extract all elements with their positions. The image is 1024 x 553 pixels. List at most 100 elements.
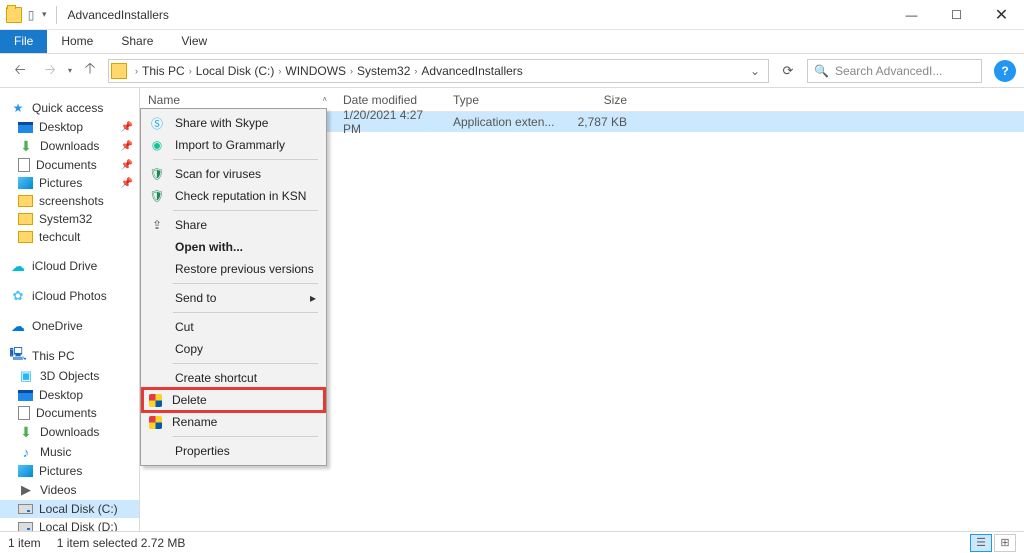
ctx-cut[interactable]: Cut [143, 316, 324, 338]
skype-icon: Ⓢ [149, 115, 165, 131]
pin-icon: 📌 [121, 122, 133, 133]
ctx-restore-versions[interactable]: Restore previous versions [143, 258, 324, 280]
ctx-delete[interactable]: Delete [143, 389, 324, 411]
separator [56, 6, 57, 24]
window-title: AdvancedInstallers [68, 8, 169, 22]
col-date[interactable]: Date modified [335, 93, 445, 107]
sidebar-item-documents[interactable]: Documents📌 [0, 156, 139, 174]
blank-icon [149, 443, 165, 459]
sidebar-item-desktop-2[interactable]: Desktop [0, 386, 139, 404]
up-button[interactable]: 🡡 [78, 59, 102, 83]
sidebar-item-music[interactable]: ♪Music [0, 442, 139, 462]
pin-icon: 📌 [121, 178, 133, 189]
status-bar: 1 item 1 item selected 2.72 MB ☰ ⊞ [0, 531, 1024, 553]
videos-icon: ▶ [18, 482, 34, 498]
desktop-icon [18, 122, 33, 133]
crumb[interactable]: AdvancedInstallers [421, 64, 522, 78]
qat-dropdown-icon[interactable]: ▾ [40, 9, 49, 20]
crumb[interactable]: WINDOWS [285, 64, 346, 78]
drive-icon [18, 522, 33, 531]
sidebar-item-local-disk-d[interactable]: Local Disk (D:) [0, 518, 139, 531]
sidebar-item-desktop[interactable]: Desktop📌 [0, 118, 139, 136]
search-placeholder: Search AdvancedI... [835, 64, 942, 78]
view-thumbnails-button[interactable]: ⊞ [994, 534, 1016, 552]
separator [173, 159, 318, 160]
uac-shield-icon [149, 416, 162, 429]
blank-icon [149, 290, 165, 306]
ctx-check-reputation[interactable]: 🛡Check reputation in KSN [143, 185, 324, 207]
sidebar-onedrive[interactable]: ☁OneDrive [0, 316, 139, 336]
ctx-create-shortcut[interactable]: Create shortcut [143, 367, 324, 389]
sort-indicator-icon: ˄ [322, 95, 327, 104]
pin-icon: 📌 [121, 160, 133, 171]
folder-icon [18, 231, 33, 243]
tab-view[interactable]: View [167, 30, 221, 53]
ctx-share-skype[interactable]: ⓈShare with Skype [143, 112, 324, 134]
ctx-open-with[interactable]: Open with... [143, 236, 324, 258]
separator [173, 312, 318, 313]
address-folder-icon [111, 63, 127, 79]
photos-icon: ✿ [10, 288, 26, 304]
sidebar-item-downloads[interactable]: ⬇Downloads📌 [0, 136, 139, 156]
tab-home[interactable]: Home [47, 30, 107, 53]
address-bar[interactable]: ›This PC ›Local Disk (C:) ›WINDOWS ›Syst… [108, 59, 769, 83]
sidebar-item-pictures[interactable]: Pictures📌 [0, 174, 139, 192]
search-box[interactable]: 🔍 Search AdvancedI... [807, 59, 982, 83]
view-details-button[interactable]: ☰ [970, 534, 992, 552]
shield-icon: 🛡 [149, 166, 165, 182]
separator [173, 210, 318, 211]
ctx-import-grammarly[interactable]: ◉Import to Grammarly [143, 134, 324, 156]
tab-share[interactable]: Share [107, 30, 167, 53]
sidebar-icloud-drive[interactable]: ☁iCloud Drive [0, 256, 139, 276]
star-icon: ★ [10, 100, 26, 116]
sidebar-item-screenshots[interactable]: screenshots [0, 192, 139, 210]
tab-file[interactable]: File [0, 30, 47, 53]
navbar: 🡠 🡢 ▾ 🡡 ›This PC ›Local Disk (C:) ›WINDO… [0, 54, 1024, 88]
address-dropdown-icon[interactable]: ⌄ [744, 64, 766, 78]
crumb[interactable]: Local Disk (C:) [196, 64, 275, 78]
blank-icon [149, 239, 165, 255]
pin-icon: 📌 [121, 141, 133, 152]
cloud-icon: ☁ [10, 258, 26, 274]
close-button[interactable]: ✕ [979, 0, 1024, 30]
crumb[interactable]: System32 [357, 64, 410, 78]
ctx-rename[interactable]: Rename [143, 411, 324, 433]
cell-type: Application exten... [445, 115, 565, 129]
sidebar-item-system32[interactable]: System32 [0, 210, 139, 228]
crumb[interactable]: This PC [142, 64, 185, 78]
sidebar-item-downloads-2[interactable]: ⬇Downloads [0, 422, 139, 442]
sidebar-quick-access[interactable]: ★Quick access [0, 98, 139, 118]
help-button[interactable]: ? [994, 60, 1016, 82]
obj3d-icon: ▣ [18, 368, 34, 384]
qat-separator-icon: ▯ [24, 8, 38, 22]
minimize-button[interactable]: — [889, 0, 934, 30]
blank-icon [149, 261, 165, 277]
sidebar-item-videos[interactable]: ▶Videos [0, 480, 139, 500]
separator [173, 436, 318, 437]
col-name[interactable]: Name˄ [140, 93, 335, 107]
sidebar-item-local-disk-c[interactable]: Local Disk (C:) [0, 500, 139, 518]
ctx-send-to[interactable]: Send to▸ [143, 287, 324, 309]
sidebar: ★Quick access Desktop📌 ⬇Downloads📌 Docum… [0, 88, 140, 531]
col-size[interactable]: Size [565, 93, 635, 107]
ctx-properties[interactable]: Properties [143, 440, 324, 462]
col-type[interactable]: Type [445, 93, 565, 107]
forward-button[interactable]: 🡢 [38, 59, 62, 83]
ctx-share[interactable]: ⇪Share [143, 214, 324, 236]
sidebar-this-pc[interactable]: 🖳This PC [0, 346, 139, 366]
folder-icon [18, 195, 33, 207]
back-button[interactable]: 🡠 [8, 59, 32, 83]
sidebar-item-3d-objects[interactable]: ▣3D Objects [0, 366, 139, 386]
ctx-scan-viruses[interactable]: 🛡Scan for viruses [143, 163, 324, 185]
sidebar-item-techcult[interactable]: techcult [0, 228, 139, 246]
onedrive-icon: ☁ [10, 318, 26, 334]
ctx-copy[interactable]: Copy [143, 338, 324, 360]
refresh-button[interactable]: ⟳ [775, 59, 801, 83]
music-icon: ♪ [18, 444, 34, 460]
sidebar-item-pictures-2[interactable]: Pictures [0, 462, 139, 480]
desktop-icon [18, 390, 33, 401]
history-dropdown[interactable]: ▾ [68, 66, 72, 75]
sidebar-item-documents-2[interactable]: Documents [0, 404, 139, 422]
sidebar-icloud-photos[interactable]: ✿iCloud Photos [0, 286, 139, 306]
maximize-button[interactable]: ☐ [934, 0, 979, 30]
